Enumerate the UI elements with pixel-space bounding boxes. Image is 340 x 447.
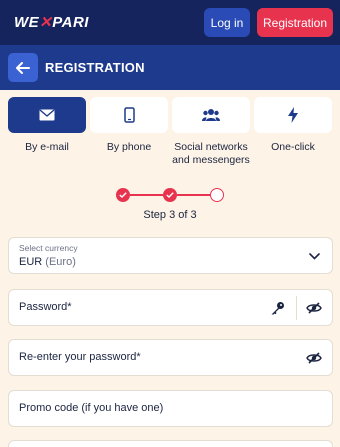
top-bar: WE✕PARI Log in Registration bbox=[0, 0, 340, 45]
page-title: REGISTRATION bbox=[45, 60, 145, 75]
registration-button[interactable]: Registration bbox=[257, 8, 333, 37]
next-form-field[interactable] bbox=[8, 440, 333, 447]
promo-code-placeholder: Promo code (if you have one) bbox=[19, 402, 164, 414]
tab-label-email: By e-mail bbox=[25, 141, 69, 153]
envelope-icon bbox=[39, 109, 55, 121]
step-connector bbox=[177, 194, 210, 196]
currency-value: EUR (Euro) bbox=[19, 256, 76, 268]
promo-code-field[interactable]: Promo code (if you have one) bbox=[8, 390, 333, 427]
logo-text-left: WE bbox=[14, 14, 40, 31]
tab-label-social: Social networks and messengers bbox=[172, 141, 250, 166]
check-icon bbox=[119, 192, 127, 198]
eye-slash-icon[interactable] bbox=[305, 299, 323, 317]
arrow-left-icon bbox=[16, 61, 30, 74]
confirm-password-placeholder: Re-enter your password* bbox=[19, 351, 141, 363]
users-icon bbox=[202, 109, 220, 121]
tab-social-networks[interactable] bbox=[172, 97, 250, 133]
confirm-password-field[interactable]: Re-enter your password* bbox=[8, 339, 333, 376]
tab-by-email[interactable] bbox=[8, 97, 86, 133]
check-icon bbox=[166, 192, 174, 198]
step-1-done bbox=[116, 188, 130, 202]
tab-label-phone: By phone bbox=[106, 141, 152, 153]
chevron-down-icon bbox=[305, 247, 323, 265]
currency-name: (Euro) bbox=[45, 256, 76, 268]
logo-text-right: PARI bbox=[52, 14, 89, 31]
step-connector bbox=[130, 194, 163, 196]
tab-label-one-click: One-click bbox=[271, 141, 315, 153]
login-button[interactable]: Log in bbox=[204, 8, 250, 37]
divider bbox=[296, 296, 297, 320]
tab-one-click[interactable] bbox=[254, 97, 332, 133]
step-3-current bbox=[210, 188, 224, 202]
brand-logo[interactable]: WE✕PARI bbox=[14, 13, 89, 31]
eye-slash-icon[interactable] bbox=[305, 349, 323, 367]
step-2-done bbox=[163, 188, 177, 202]
password-field[interactable]: Password* bbox=[8, 289, 333, 326]
logo-x-mark: ✕ bbox=[39, 14, 53, 31]
step-counter: Step 3 of 3 bbox=[143, 209, 197, 221]
tab-by-phone[interactable] bbox=[90, 97, 168, 133]
currency-code: EUR bbox=[19, 256, 43, 268]
currency-select[interactable]: Select currency EUR (Euro) bbox=[8, 237, 333, 274]
key-icon[interactable] bbox=[268, 299, 286, 317]
phone-icon bbox=[123, 107, 135, 123]
lightning-icon bbox=[288, 107, 298, 123]
back-button[interactable] bbox=[8, 53, 38, 82]
password-placeholder: Password* bbox=[19, 301, 72, 313]
registration-header: REGISTRATION bbox=[0, 45, 340, 90]
currency-label: Select currency bbox=[19, 243, 78, 253]
step-progress bbox=[116, 186, 226, 204]
